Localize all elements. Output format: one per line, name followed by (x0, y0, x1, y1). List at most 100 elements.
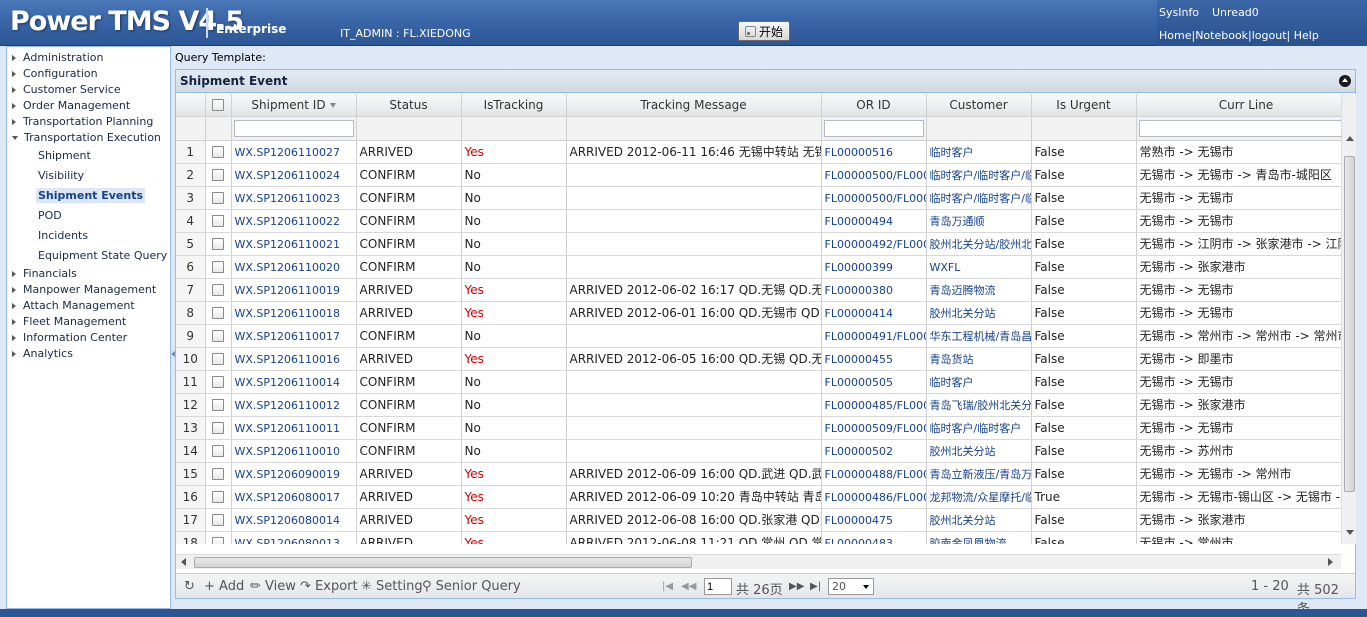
or-id-cell[interactable]: FL00000509/FL00000 (821, 416, 927, 440)
scroll-left-icon[interactable] (181, 558, 186, 566)
sidebar-sub-equipment-state-query[interactable]: Equipment State Query (38, 249, 167, 262)
row-checkbox[interactable] (212, 192, 224, 204)
customer-cell-text[interactable]: 青岛飞瑞/胶州北关分 (930, 399, 1031, 412)
unread-messages-link[interactable]: Unread0 (1212, 6, 1259, 19)
scroll-down-icon[interactable] (1346, 530, 1354, 535)
column-header-is-urgent[interactable]: Is Urgent (1031, 94, 1137, 117)
customer-cell-text[interactable]: 胶州北关分站 (930, 514, 996, 527)
row-checkbox-cell[interactable] (205, 186, 232, 210)
prev-page-icon[interactable]: ◀◀ (681, 581, 696, 592)
shipment-id-cell-text[interactable]: WX.SP1206110021 (235, 238, 341, 251)
vertical-scrollbar[interactable] (1341, 94, 1356, 544)
customer-cell-text[interactable]: 临时客户/临时客户/临 (930, 169, 1031, 182)
customer-cell[interactable]: 胶州北关分站 (926, 508, 1032, 532)
shipment-id-cell-text[interactable]: WX.SP1206080017 (235, 491, 341, 504)
table-row[interactable]: 18 WX.SP1206080013 ARRIVED Yes ARRIVED 2012-… (176, 531, 1341, 544)
shipment-id-cell-text[interactable]: WX.SP1206110022 (235, 215, 341, 228)
or-id-cell-text[interactable]: FL00000492/FL00000 (825, 238, 926, 251)
row-checkbox-cell[interactable] (205, 531, 232, 544)
table-row[interactable]: 9 WX.SP1206110017 CONFIRM No FL00000491/FL00… (176, 324, 1341, 348)
sidebar-item-administration[interactable]: Administration (12, 51, 104, 64)
or-id-cell-text[interactable]: FL00000399 (825, 261, 893, 274)
shipment-id-cell-text[interactable]: WX.SP1206110023 (235, 192, 341, 205)
page-number-input[interactable] (704, 578, 732, 595)
table-row[interactable]: 6 WX.SP1206110020 CONFIRM No FL00000399 WXFL F… (176, 255, 1341, 279)
sidebar-sub-shipment-events[interactable]: Shipment Events (36, 188, 146, 203)
row-checkbox[interactable] (212, 146, 224, 158)
or-id-cell[interactable]: FL00000492/FL00000 (821, 232, 927, 256)
view-button[interactable]: ✏ View (250, 579, 296, 594)
row-checkbox-cell[interactable] (205, 232, 232, 256)
shipment-id-cell[interactable]: WX.SP1206080013 (231, 531, 357, 545)
row-checkbox-cell[interactable] (205, 508, 232, 532)
customer-cell[interactable]: 青岛立新液压/青岛万 (926, 462, 1032, 486)
or-id-cell[interactable]: FL00000500/FL00000 (821, 186, 927, 210)
row-checkbox-cell[interactable] (205, 347, 232, 371)
sidebar-sub-shipment[interactable]: Shipment (38, 149, 91, 162)
or-id-cell-text[interactable]: FL00000505 (825, 376, 893, 389)
start-button[interactable]: 开始 (738, 21, 790, 41)
sidebar-item-order-management[interactable]: Order Management (12, 99, 130, 112)
table-row[interactable]: 7 WX.SP1206110019 ARRIVED Yes ARRIVED 2012-0… (176, 278, 1341, 302)
table-row[interactable]: 5 WX.SP1206110021 CONFIRM No FL00000492/FL00… (176, 232, 1341, 256)
customer-cell-text[interactable]: 龙邦物流/众星摩托/临 (930, 491, 1031, 504)
row-checkbox[interactable] (212, 284, 224, 296)
table-row[interactable]: 2 WX.SP1206110024 CONFIRM No FL00000500/FL00… (176, 163, 1341, 187)
customer-cell[interactable]: 华东工程机械/青岛昌 (926, 324, 1032, 348)
shipment-id-cell-text[interactable]: WX.SP1206080014 (235, 514, 341, 527)
or-id-cell-text[interactable]: FL00000483 (825, 537, 893, 545)
customer-cell[interactable]: 龙邦物流/众星摩托/临 (926, 485, 1032, 509)
curr-line-filter-input[interactable] (1138, 119, 1341, 137)
sidebar-item-information-center[interactable]: Information Center (12, 331, 127, 344)
sidebar-item-customer-service[interactable]: Customer Service (12, 83, 121, 96)
or-id-cell[interactable]: FL00000380 (821, 278, 927, 302)
row-checkbox-cell[interactable] (205, 439, 232, 463)
column-header-istracking[interactable]: IsTracking (461, 94, 567, 117)
shipment-id-cell-text[interactable]: WX.SP1206110024 (235, 169, 341, 182)
scroll-up-icon[interactable] (1346, 136, 1354, 141)
or-id-cell-text[interactable]: FL00000380 (825, 284, 893, 297)
shipment-id-cell-text[interactable]: WX.SP1206110014 (235, 376, 341, 389)
or-id-cell[interactable]: FL00000488/FL00000 (821, 462, 927, 486)
customer-cell[interactable]: 临时客户/临时客户/临 (926, 186, 1032, 210)
table-row[interactable]: 13 WX.SP1206110011 CONFIRM No FL00000509/FL0… (176, 416, 1341, 440)
shipment-id-cell[interactable]: WX.SP1206090019 (231, 462, 357, 486)
customer-cell[interactable]: 临时客户 (926, 140, 1032, 164)
shipment-id-cell[interactable]: WX.SP1206110012 (231, 393, 357, 417)
customer-cell-text[interactable]: 临时客户 (930, 376, 974, 389)
or-id-cell-text[interactable]: FL00000500/FL00000 (825, 169, 926, 182)
customer-cell[interactable]: 临时客户 (926, 370, 1032, 394)
row-checkbox[interactable] (212, 537, 224, 544)
or-id-cell[interactable]: FL00000475 (821, 508, 927, 532)
sidebar-sub-visibility[interactable]: Visibility (38, 169, 84, 182)
or-id-cell[interactable]: FL00000502 (821, 439, 927, 463)
home-link[interactable]: Home (1159, 29, 1191, 42)
shipment-id-cell[interactable]: WX.SP1206110019 (231, 278, 357, 302)
or-id-cell-text[interactable]: FL00000500/FL00000 (825, 192, 926, 205)
shipment-id-cell-text[interactable]: WX.SP1206110010 (235, 445, 341, 458)
row-checkbox-cell[interactable] (205, 416, 232, 440)
row-checkbox[interactable] (212, 468, 224, 480)
or-id-cell-text[interactable]: FL00000509/FL00000 (825, 422, 926, 435)
table-row[interactable]: 15 WX.SP1206090019 ARRIVED Yes ARRIVED 2012-… (176, 462, 1341, 486)
add-button[interactable]: + Add (204, 579, 244, 594)
or-id-cell-text[interactable]: FL00000486/FL00000 (825, 491, 926, 504)
shipment-id-cell[interactable]: WX.SP1206110022 (231, 209, 357, 233)
shipment-id-cell[interactable]: WX.SP1206110017 (231, 324, 357, 348)
or-id-cell[interactable]: FL00000491/FL00000 (821, 324, 927, 348)
collapse-panel-icon[interactable] (1339, 75, 1351, 87)
shipment-id-cell[interactable]: WX.SP1206110021 (231, 232, 357, 256)
row-checkbox-cell[interactable] (205, 324, 232, 348)
or-id-cell-text[interactable]: FL00000488/FL00000 (825, 468, 926, 481)
sidebar-item-transportation-execution[interactable]: Transportation Execution (12, 131, 161, 144)
horizontal-scrollbar[interactable] (176, 554, 1341, 569)
first-page-icon[interactable]: |◀ (662, 581, 673, 592)
shipment-id-cell[interactable]: WX.SP1206110020 (231, 255, 357, 279)
page-size-select[interactable]: 20 (828, 578, 874, 595)
shipment-id-cell-text[interactable]: WX.SP1206080013 (235, 537, 341, 545)
or-id-cell-text[interactable]: FL00000485/FL00000 (825, 399, 926, 412)
table-row[interactable]: 16 WX.SP1206080017 ARRIVED Yes ARRIVED 2012-… (176, 485, 1341, 509)
row-checkbox-cell[interactable] (205, 278, 232, 302)
customer-cell[interactable]: 青岛货站 (926, 347, 1032, 371)
sidebar-item-transportation-planning[interactable]: Transportation Planning (12, 115, 153, 128)
